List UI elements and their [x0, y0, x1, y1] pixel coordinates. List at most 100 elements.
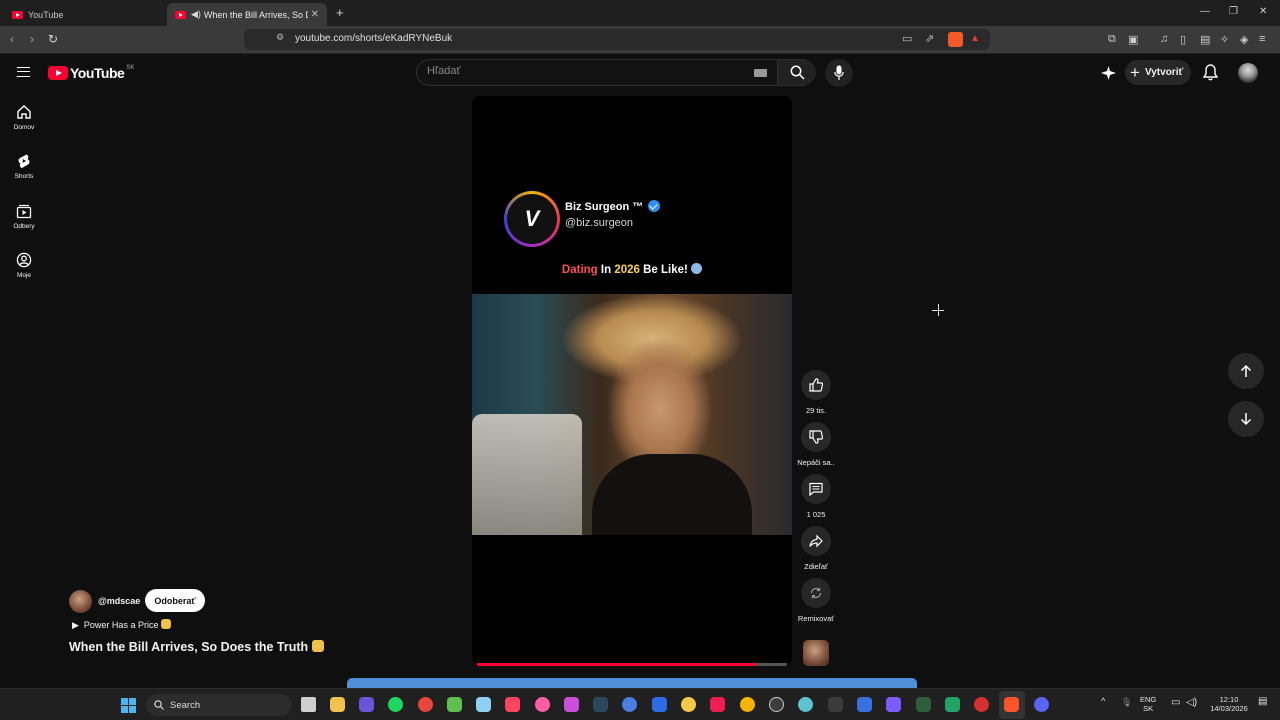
guide-item-subscriptions[interactable]: Odbery: [4, 203, 44, 230]
globe-app-icon[interactable]: [798, 697, 813, 712]
minimize-icon[interactable]: —: [1200, 6, 1210, 17]
guide-item-home[interactable]: Domov: [4, 104, 44, 131]
notification-center-icon[interactable]: ▤: [1258, 697, 1267, 707]
guide-menu-icon[interactable]: [17, 67, 30, 77]
owner-avatar[interactable]: [69, 590, 92, 613]
floating-panel-edge: [347, 678, 917, 688]
address-bar[interactable]: ⚙ youtube.com/shorts/eKadRYNeBuk ▭ ⇗ ▲: [244, 29, 990, 50]
youtube-favicon-icon: [175, 10, 186, 19]
taskbar-search[interactable]: Search: [146, 694, 292, 716]
discord-icon[interactable]: [1034, 697, 1049, 712]
search-button[interactable]: [777, 60, 816, 85]
comments-circle: [801, 474, 831, 504]
screenshot-icon[interactable]: ▣: [1128, 33, 1138, 46]
share-button[interactable]: Zdieľať: [796, 526, 836, 571]
play-icon: ▶: [72, 620, 79, 630]
app-icon[interactable]: [652, 697, 667, 712]
wallet-icon[interactable]: ▤: [1200, 33, 1210, 46]
dislike-button[interactable]: Nepáči sa..: [796, 422, 836, 467]
clock-date: 14/03/2026: [1210, 704, 1248, 713]
forward-icon[interactable]: ›: [30, 32, 34, 46]
ai-sparkle-icon[interactable]: [1101, 66, 1116, 80]
microphone-icon[interactable]: 🎙: [1121, 698, 1132, 707]
back-icon[interactable]: ‹: [10, 32, 14, 46]
brave-shields-icon[interactable]: [948, 32, 963, 47]
task-view-icon[interactable]: [301, 697, 316, 712]
owner-handle[interactable]: @mdscae: [98, 596, 140, 606]
remix-button[interactable]: Remixovať: [796, 578, 836, 623]
file-explorer-icon[interactable]: [330, 697, 345, 712]
brave-rewards-icon[interactable]: ▲: [970, 33, 980, 44]
osu-icon[interactable]: [535, 697, 550, 712]
proton-vpn-icon[interactable]: [359, 697, 374, 712]
reload-icon[interactable]: ↻: [48, 32, 58, 46]
extensions-icon[interactable]: ⧉: [1108, 33, 1116, 46]
spotify-icon[interactable]: [388, 697, 403, 712]
menu-icon[interactable]: ≡: [1259, 33, 1265, 45]
close-window-icon[interactable]: ✕: [1259, 6, 1267, 17]
create-label: Vytvoriť: [1144, 67, 1184, 78]
notepad-icon[interactable]: [476, 697, 491, 712]
volume-icon[interactable]: ◁): [1186, 698, 1197, 708]
subscribe-button[interactable]: Odoberať: [145, 589, 205, 612]
tab-youtube[interactable]: YouTube: [4, 3, 166, 26]
brave-browser-icon[interactable]: [1004, 697, 1019, 712]
keyboard-icon[interactable]: [754, 69, 767, 77]
site-info-icon[interactable]: ⚙: [276, 32, 284, 43]
lightning-app-icon[interactable]: [505, 697, 520, 712]
app-icon[interactable]: [828, 697, 843, 712]
close-tab-icon[interactable]: ✕: [311, 9, 319, 20]
search-box: [416, 59, 816, 86]
windows-start-icon[interactable]: [121, 698, 136, 713]
video-progress-bar[interactable]: [477, 663, 787, 666]
browser-app-icon[interactable]: [622, 697, 637, 712]
guide-item-shorts[interactable]: Shorts: [4, 153, 44, 180]
comments-button[interactable]: 1 025: [796, 474, 836, 519]
search-input[interactable]: [427, 65, 747, 77]
notifications-bell-icon[interactable]: [1203, 64, 1218, 81]
language-indicator[interactable]: ENG SK: [1140, 695, 1156, 713]
network-icon[interactable]: ▭: [1171, 698, 1180, 708]
github-icon[interactable]: [769, 697, 784, 712]
share-page-icon[interactable]: ⇗: [925, 32, 934, 45]
app-icon[interactable]: [886, 697, 901, 712]
media-icon[interactable]: ♫: [1160, 33, 1168, 45]
minecraft-icon[interactable]: [447, 697, 462, 712]
terminal-icon[interactable]: [916, 697, 931, 712]
previous-short-button[interactable]: [1228, 353, 1264, 389]
next-short-button[interactable]: [1228, 401, 1264, 437]
coin-app-icon[interactable]: [740, 697, 755, 712]
playlist-link[interactable]: ▶ Power Has a Price: [72, 619, 171, 631]
app-icon[interactable]: [857, 697, 872, 712]
voice-search-button[interactable]: [825, 59, 853, 87]
share-circle: [801, 526, 831, 556]
show-hidden-icons[interactable]: ^: [1101, 697, 1105, 706]
guide-item-you[interactable]: Moje: [4, 252, 44, 279]
clock-time: 12:10: [1219, 695, 1239, 704]
sidebar-icon[interactable]: ▯: [1180, 33, 1186, 46]
obsidian-icon[interactable]: [564, 697, 579, 712]
tiktok-icon[interactable]: [710, 697, 725, 712]
like-button[interactable]: 29 tis.: [796, 370, 836, 415]
arrow-down-icon: [1240, 413, 1252, 426]
steam-icon[interactable]: [593, 697, 608, 712]
remix-label: Remixovať: [797, 614, 835, 623]
app-icon[interactable]: [974, 697, 989, 712]
emoji-app-icon[interactable]: [681, 697, 696, 712]
tab-title: When the Bill Arrives, So Doe: [203, 9, 308, 20]
account-avatar[interactable]: [1238, 63, 1258, 83]
create-button[interactable]: + Vytvoriť: [1125, 60, 1191, 85]
clock[interactable]: 12:10 14/03/2026: [1206, 695, 1252, 713]
restore-icon[interactable]: ❐: [1229, 6, 1238, 17]
vpn-icon[interactable]: ◈: [1240, 33, 1248, 46]
youtube-logo[interactable]: YouTube SK: [48, 65, 134, 81]
new-tab-button[interactable]: +: [336, 5, 344, 20]
excel-icon[interactable]: [945, 697, 960, 712]
cast-icon[interactable]: ▭: [902, 32, 912, 45]
sound-source-thumbnail[interactable]: [803, 640, 829, 666]
shorts-video-player[interactable]: V Biz Surgeon ™ @biz.surgeon Dating In 2…: [472, 96, 792, 666]
leo-ai-icon[interactable]: ✧: [1220, 33, 1229, 46]
tab-current-short[interactable]: ◀) When the Bill Arrives, So Doe ✕: [167, 3, 327, 26]
chrome-icon[interactable]: [418, 697, 433, 712]
guide-item-label: Domov: [13, 124, 35, 131]
